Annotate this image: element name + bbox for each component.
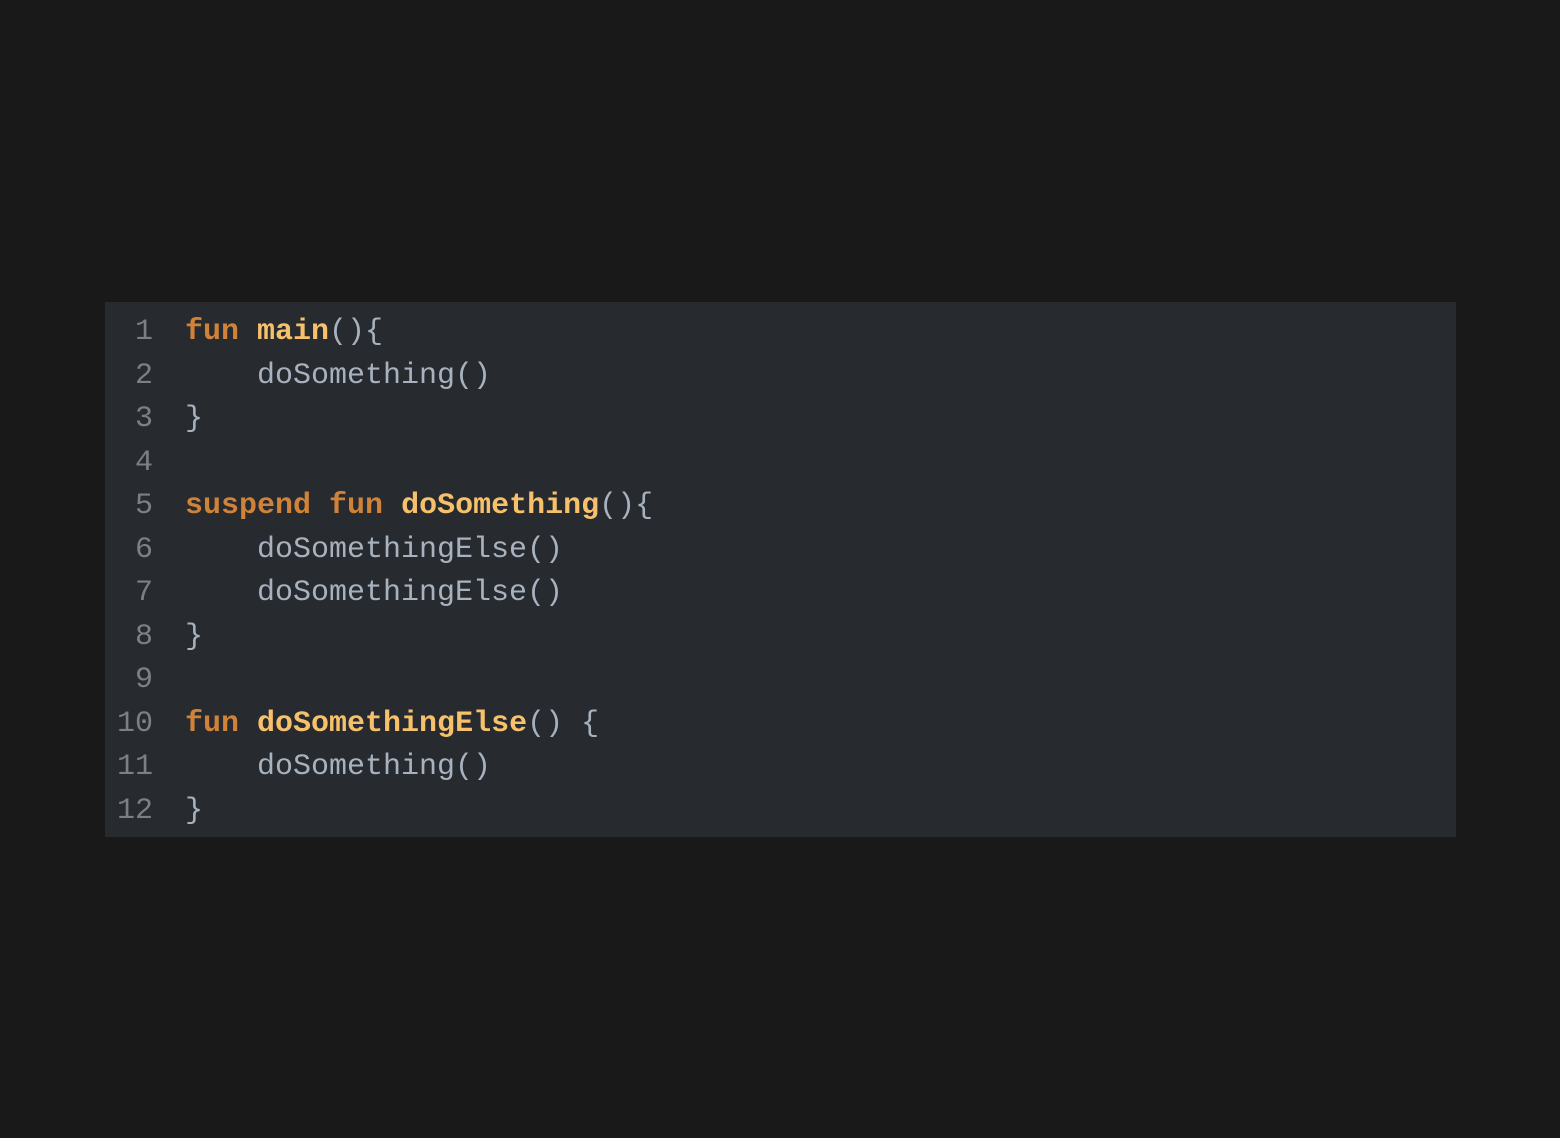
code-line: 8} bbox=[105, 616, 1456, 660]
line-content: suspend fun doSomething(){ bbox=[185, 485, 653, 529]
code-block: 1 fun main(){2 doSomething() 3} 4 5 suspend f… bbox=[105, 302, 1456, 837]
punctuation-token: } bbox=[185, 402, 204, 436]
punctuation-token: () { bbox=[527, 706, 600, 741]
keyword-token: suspend bbox=[185, 489, 312, 523]
line-content: } bbox=[185, 398, 203, 442]
line-number: 7 bbox=[134, 576, 153, 610]
keyword-token: fun bbox=[329, 489, 384, 523]
line-number: 8 bbox=[134, 619, 153, 654]
text-token: doSomethingElse() bbox=[185, 576, 564, 610]
keyword-token: fun bbox=[185, 315, 240, 349]
line-content: } bbox=[185, 616, 203, 660]
keyword-token: fun bbox=[185, 706, 240, 741]
code-line: 11 doSomething() bbox=[105, 746, 1456, 790]
line-number: 11 bbox=[116, 750, 153, 784]
punctuation-token: } bbox=[185, 619, 204, 654]
line-number: 9 bbox=[134, 663, 153, 697]
punctuation-token: } bbox=[185, 793, 204, 828]
line-number: 4 bbox=[134, 445, 153, 480]
text-token: doSomethingElse() bbox=[185, 532, 564, 567]
code-line: 9 bbox=[105, 659, 1456, 703]
code-line: 12} bbox=[105, 790, 1456, 834]
line-content: doSomething() bbox=[185, 746, 491, 790]
line-number: 5 bbox=[134, 489, 153, 523]
line-number: 3 bbox=[134, 402, 153, 436]
line-number: 10 bbox=[116, 706, 153, 741]
line-number: 6 bbox=[134, 532, 153, 567]
text-token: doSomething() bbox=[185, 358, 492, 393]
code-line: 10 fun doSomethingElse() { bbox=[105, 703, 1456, 747]
text-token: doSomething() bbox=[185, 750, 492, 784]
line-number: 2 bbox=[134, 358, 153, 393]
line-content: doSomethingElse() bbox=[185, 529, 563, 573]
function-name-token: main bbox=[257, 315, 330, 349]
line-number: 1 bbox=[134, 315, 153, 349]
line-content: fun doSomethingElse() { bbox=[185, 703, 599, 747]
line-content: } bbox=[185, 790, 203, 834]
line-content: fun main(){ bbox=[185, 311, 383, 355]
line-content: doSomething() bbox=[185, 355, 491, 399]
line-number: 12 bbox=[116, 793, 153, 828]
code-line: 4 bbox=[105, 442, 1456, 486]
code-line: 2 doSomething() bbox=[105, 355, 1456, 399]
punctuation-token: (){ bbox=[329, 315, 384, 349]
code-line: 1 fun main(){ bbox=[105, 311, 1456, 355]
code-line: 7 doSomethingElse() bbox=[105, 572, 1456, 616]
function-name-token: doSomething bbox=[401, 489, 600, 523]
code-line: 3} bbox=[105, 398, 1456, 442]
function-name-token: doSomethingElse bbox=[257, 706, 528, 741]
punctuation-token: (){ bbox=[599, 489, 654, 523]
line-content: doSomethingElse() bbox=[185, 572, 563, 616]
code-line: 6 doSomethingElse() bbox=[105, 529, 1456, 573]
code-line: 5 suspend fun doSomething(){ bbox=[105, 485, 1456, 529]
